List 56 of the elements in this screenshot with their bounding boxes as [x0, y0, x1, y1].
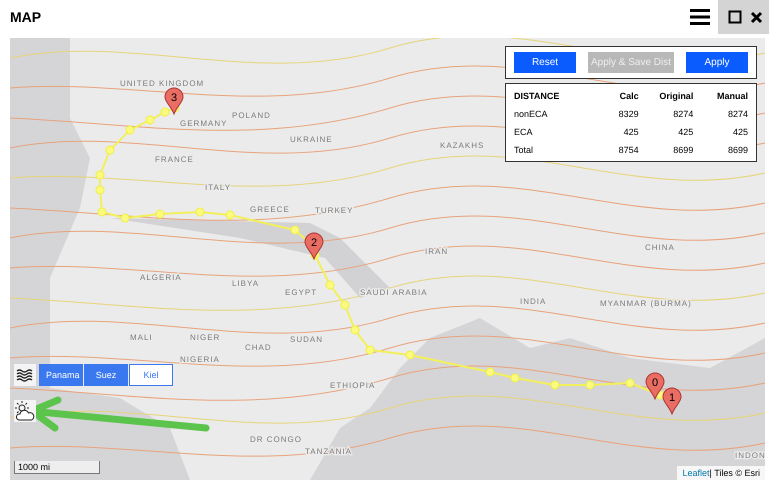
leaflet-link[interactable]: Leaflet — [682, 468, 710, 478]
map-label: IRAN — [425, 247, 448, 256]
menu-icon[interactable] — [690, 8, 710, 26]
table-cell-text: ECA — [514, 127, 534, 137]
weather-icon[interactable] — [14, 400, 36, 422]
table-cell-text: 425 — [622, 127, 639, 137]
map-label: FRANCE — [155, 155, 194, 164]
map-label: DR CONGO — [250, 435, 302, 444]
table-cell-text: Total — [514, 145, 534, 155]
maximize-icon[interactable] — [728, 10, 742, 24]
table-cell-text: 8274 — [726, 109, 748, 119]
action-button[interactable]: Reset — [514, 52, 576, 73]
action-button[interactable]: Apply — [686, 52, 748, 73]
table-cell-text: 8274 — [672, 109, 694, 119]
map-label: KAZAKHS — [440, 141, 484, 150]
map-label: MYANMAR (BURMA) — [600, 299, 692, 308]
map-label: MALI — [130, 333, 153, 342]
canal-toggle[interactable]: Suez — [84, 364, 128, 386]
waves-icon[interactable] — [14, 364, 36, 386]
close-icon[interactable] — [750, 10, 763, 24]
map-label: ITALY — [205, 183, 232, 192]
column-header: Manual — [716, 91, 748, 101]
map-label: ALGERIA — [140, 273, 182, 282]
map-label: CHAD — [245, 343, 272, 352]
map-label: UNITED KINGDOM — [120, 79, 204, 88]
column-header: DISTANCE — [514, 91, 560, 101]
map-label: NIGER — [190, 333, 220, 342]
table-cell-text: 8329 — [618, 109, 639, 119]
map-label: GERMANY — [180, 119, 228, 128]
column-header: Original — [658, 91, 694, 101]
map-label: POLAND — [232, 111, 271, 120]
table-cell-text: 8754 — [618, 145, 639, 155]
canal-toggle[interactable]: Kiel — [129, 364, 173, 386]
table-cell-text: 425 — [677, 127, 694, 137]
table-cell-text: 425 — [732, 127, 748, 137]
scale-bar: 1000 mi — [14, 461, 100, 474]
window-title: MAP — [10, 9, 42, 25]
map-label: INDON — [735, 451, 765, 460]
map-label: NIGERIA — [180, 355, 220, 364]
table-cell-text: 8699 — [672, 145, 694, 155]
map-label: EGYPT — [285, 288, 318, 297]
map-pin[interactable]: 3 — [164, 88, 184, 114]
map-pin[interactable]: 2 — [304, 232, 324, 260]
table-cell-text: 8699 — [726, 145, 748, 155]
map-label: UKRAINE — [290, 135, 333, 144]
map-pin[interactable]: 0 — [646, 372, 664, 400]
canal-toggle[interactable]: Panama — [39, 364, 83, 386]
map-label: LIBYA — [232, 279, 260, 288]
map-label: CHINA — [645, 243, 675, 252]
column-header: Calc — [618, 91, 639, 101]
map-label: GREECE — [250, 205, 290, 214]
map-pin[interactable]: 1 — [662, 388, 682, 414]
map-label: SUDAN — [290, 335, 324, 344]
table-cell-text: nonECA — [514, 109, 549, 119]
tiles-credit: | Tiles © Esri — [710, 468, 760, 478]
map-label: INDIA — [520, 297, 546, 306]
